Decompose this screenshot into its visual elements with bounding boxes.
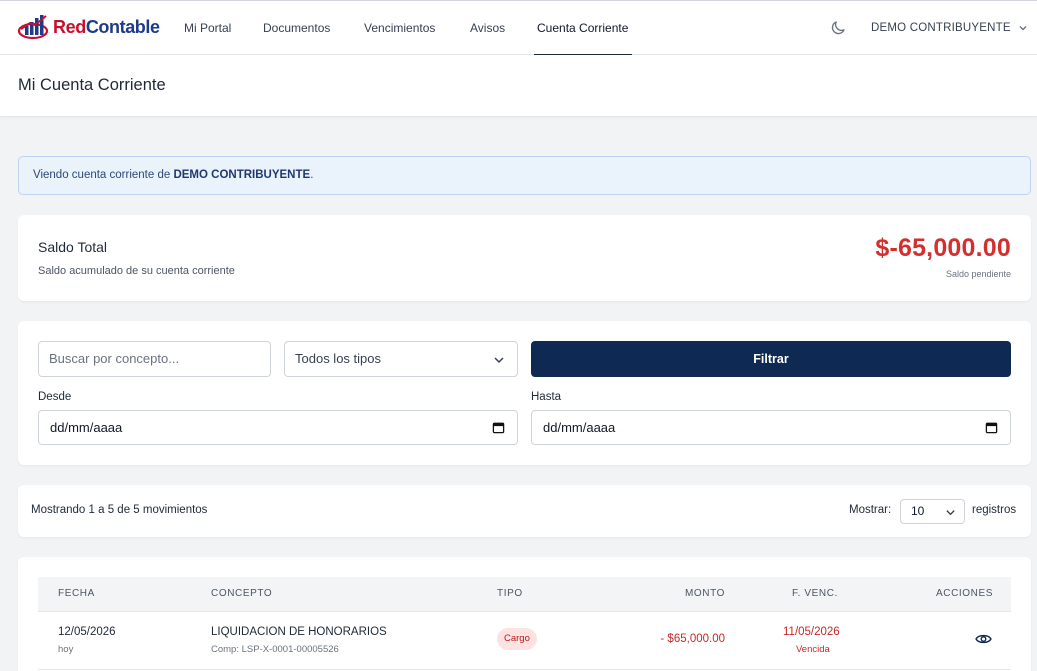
nav-item-avisos[interactable]: Avisos [470,1,505,55]
desde-date-value: dd/mm/aaaa [50,420,123,435]
nav-item-vencimientos[interactable]: Vencimientos [364,1,435,55]
nav-item-cuenta-corriente[interactable]: Cuenta Corriente [534,1,632,55]
saldo-amount: $-65,000.00 [875,234,1011,262]
row-fecha-relative: hoy [58,644,74,655]
registros-label: registros [972,504,1017,516]
saldo-title: Saldo Total [38,239,108,255]
chevron-down-icon [1019,25,1027,31]
info-alert: Viendo cuenta corriente de DEMO CONTRIBU… [18,156,1031,195]
table-header: FECHA CONCEPTO TIPO MONTO F. VENC. ACCIO… [38,577,1011,612]
page-header: Mi Cuenta Corriente [0,55,1037,117]
row-concepto: LIQUIDACION DE HONORARIOS [211,626,387,638]
type-select-value: Todos los tipos [295,351,381,366]
column-header-fecha: FECHA [58,588,95,599]
moon-icon[interactable] [829,19,847,37]
type-select[interactable]: Todos los tipos [284,341,518,377]
filter-button[interactable]: Filtrar [531,341,1011,377]
alert-contribuyente-name: DEMO CONTRIBUYENTE [173,169,311,181]
alert-prefix: Viendo cuenta corriente de [33,169,171,181]
row-fecha-vencimiento: 11/05/2026 [783,626,840,638]
search-input[interactable]: Buscar por concepto... [38,341,271,377]
row-monto: - $65,000.00 [660,633,725,645]
filter-card: Buscar por concepto... Todos los tipos F… [18,321,1031,465]
page-title: Mi Cuenta Corriente [18,76,166,94]
results-summary-card: Mostrando 1 a 5 de 5 movimientos Mostrar… [18,485,1031,537]
movements-table-card: FECHA CONCEPTO TIPO MONTO F. VENC. ACCIO… [18,557,1031,671]
desde-date-input[interactable]: dd/mm/aaaa [38,410,518,445]
nav-item-mi-portal[interactable]: Mi Portal [184,1,231,55]
column-header-monto: MONTO [685,588,726,599]
eye-icon[interactable] [975,632,992,646]
saldo-subtitle: Saldo acumulado de su cuenta corriente [38,265,235,277]
logo-text-red: Red [53,16,86,37]
column-header-f-venc: F. VENC. [792,588,838,599]
calendar-icon[interactable] [985,421,998,434]
app-logo[interactable]: RedContable [18,14,160,40]
hasta-date-input[interactable]: dd/mm/aaaa [531,410,1011,445]
row-fecha: 12/05/2026 [58,626,116,638]
page-size-select[interactable]: 10 [900,499,965,524]
alert-suffix: . [310,169,314,181]
logo-chart-icon [18,15,49,40]
chevron-down-icon [494,357,504,364]
user-menu[interactable]: DEMO CONTRIBUYENTE [871,1,1028,55]
column-header-tipo: TIPO [497,588,523,599]
hasta-label: Hasta [531,391,562,403]
row-vencida-status: Vencida [796,644,830,655]
page-size-value: 10 [911,504,925,518]
desde-label: Desde [38,391,72,403]
page-size-label: Mostrar: [849,504,892,516]
saldo-card: Saldo Total Saldo acumulado de su cuenta… [18,215,1031,301]
table-row: 12/05/2026 hoy LIQUIDACION DE HONORARIOS… [38,612,1011,670]
results-count: Mostrando 1 a 5 de 5 movimientos [31,504,208,516]
logo-text-blue: Contable [85,16,160,37]
column-header-concepto: CONCEPTO [211,588,273,599]
calendar-icon[interactable] [492,421,505,434]
user-menu-label: DEMO CONTRIBUYENTE [871,22,1011,34]
hasta-date-value: dd/mm/aaaa [543,420,616,435]
nav-item-documentos[interactable]: Documentos [263,1,330,55]
top-navbar: RedContable Mi Portal Documentos Vencimi… [0,0,1037,55]
column-header-acciones: ACCIONES [936,588,994,599]
chevron-down-icon [946,510,955,516]
saldo-note: Saldo pendiente [945,269,1011,279]
row-comprobante: Comp: LSP-X-0001-00005526 [211,644,339,655]
tipo-badge: Cargo [497,628,537,650]
